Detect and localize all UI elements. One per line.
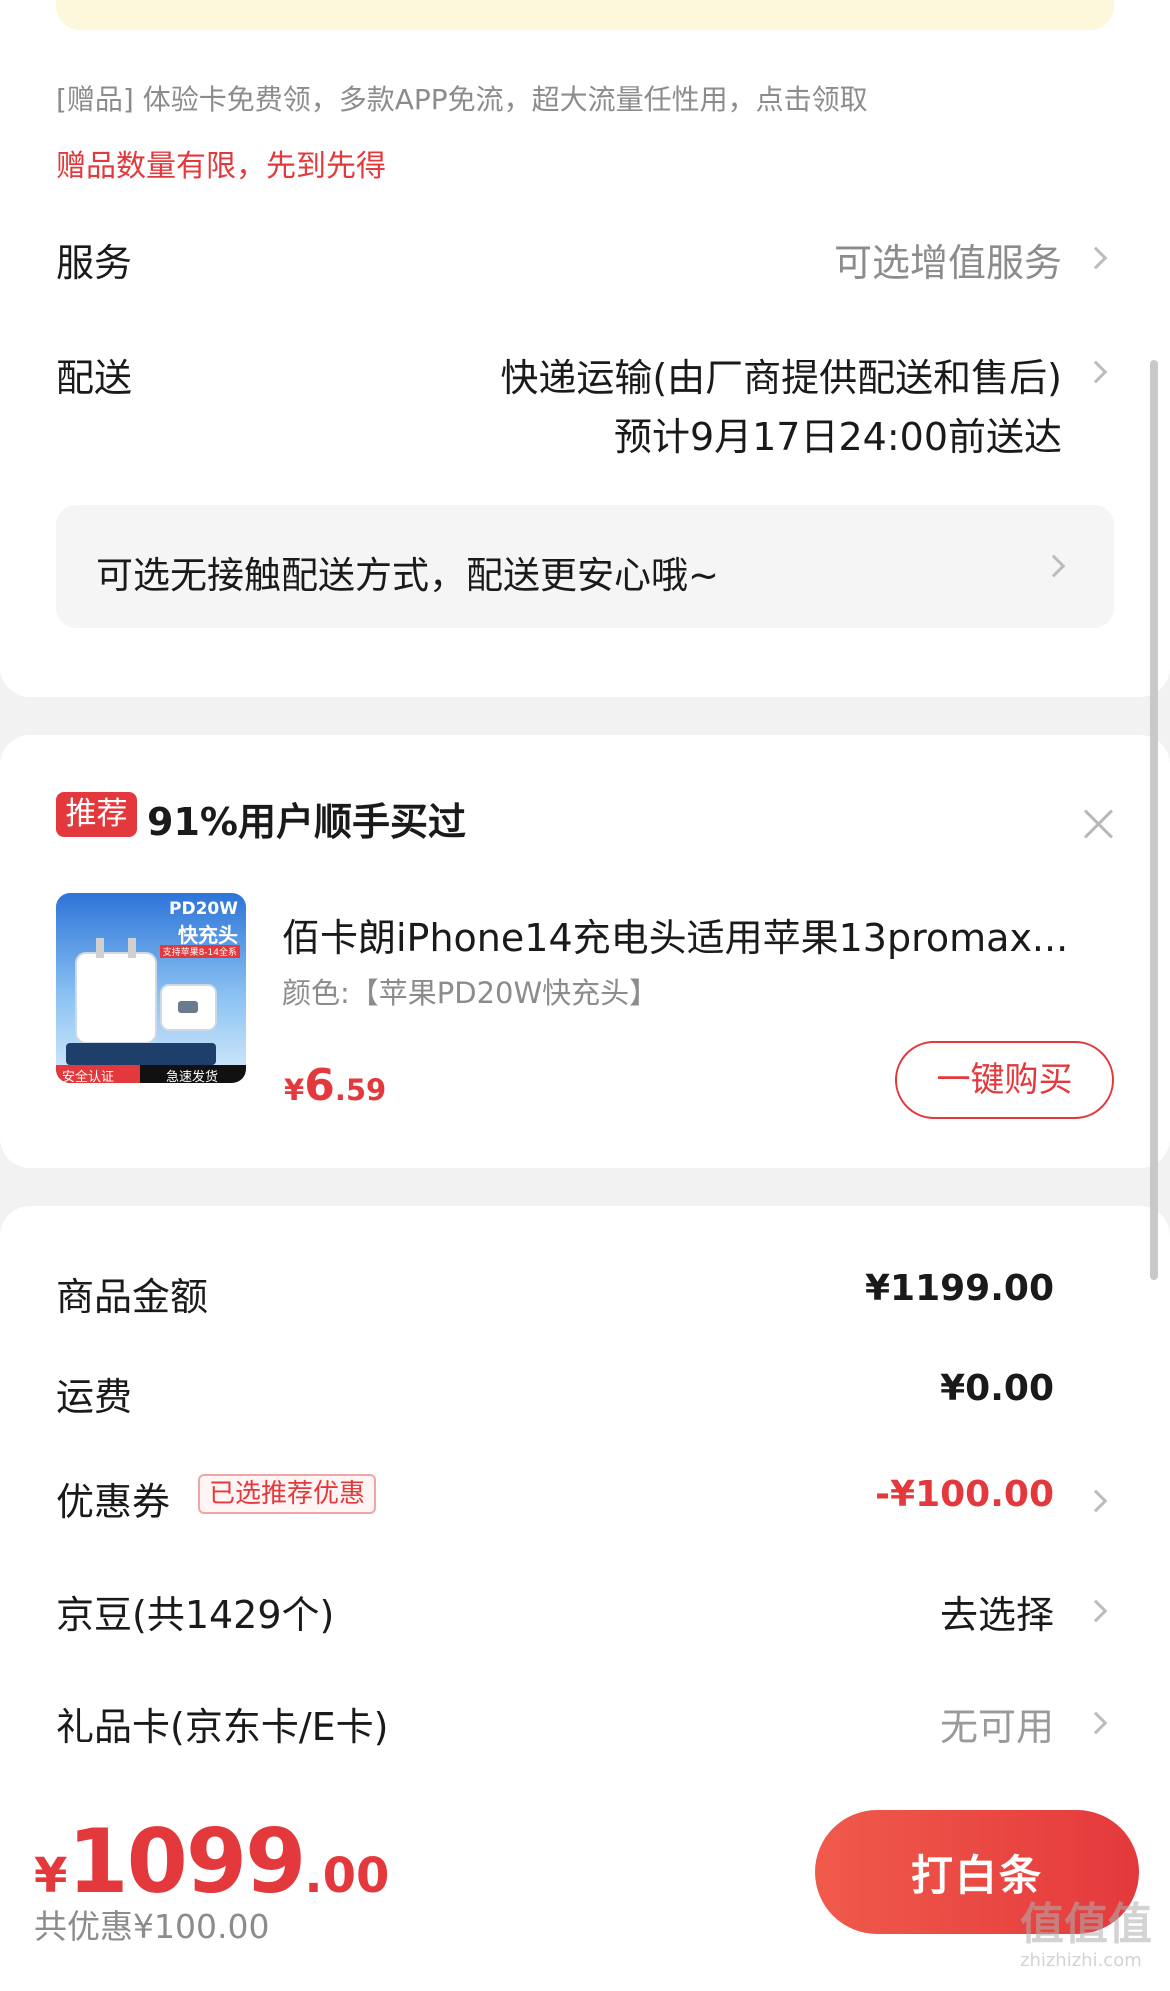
image-label-cert: 安全认证 xyxy=(62,1070,115,1083)
goods-amount-value: ¥1199.00 xyxy=(864,1268,1054,1309)
jingdou-label: 京豆(共1429个) xyxy=(56,1593,335,1637)
jingdou-value[interactable]: 去选择 xyxy=(940,1584,1054,1639)
price-integer: 6 xyxy=(304,1060,335,1111)
recommend-title: 91%用户顺手买过 xyxy=(147,800,466,844)
delivery-chevron-icon[interactable] xyxy=(1084,360,1108,384)
image-label-fast: 快充头 xyxy=(178,923,238,947)
order-info-card: [赠品] 体验卡免费领，多款APP免流，超大流量任性用，点击领取 赠品数量有限，… xyxy=(0,0,1170,697)
total-discount: 共优惠¥100.00 xyxy=(34,1907,270,1946)
giftcard-label: 礼品卡(京东卡/E卡) xyxy=(56,1705,389,1749)
close-icon[interactable] xyxy=(1084,809,1114,839)
product-color: 颜色:【苹果PD20W快充头】 xyxy=(282,976,659,1010)
jingdou-chevron-icon[interactable] xyxy=(1084,1599,1108,1623)
gift-offer-link[interactable]: [赠品] 体验卡免费领，多款APP免流，超大流量任性用，点击领取 xyxy=(56,78,868,118)
checkout-page: [赠品] 体验卡免费领，多款APP免流，超大流量任性用，点击领取 赠品数量有限，… xyxy=(0,0,1170,1991)
contactless-delivery-option[interactable]: 可选无接触配送方式，配送更安心哦~ xyxy=(56,505,1114,628)
product-price: ¥6.59 xyxy=(284,1060,386,1111)
notice-strip xyxy=(56,0,1114,30)
image-label-pd20w: PD20W xyxy=(169,899,238,919)
one-click-buy-button[interactable]: 一键购买 xyxy=(895,1041,1114,1119)
product-name[interactable]: 佰卡朗iPhone14充电头适用苹果13promax... xyxy=(282,907,1082,962)
contactless-delivery-text: 可选无接触配送方式，配送更安心哦~ xyxy=(96,554,720,597)
contactless-chevron-icon xyxy=(1042,554,1066,578)
service-chevron-icon[interactable] xyxy=(1084,246,1108,270)
coupon-label: 优惠券 xyxy=(56,1480,171,1524)
delivery-label: 配送 xyxy=(56,356,133,400)
recommend-badge: 推荐 xyxy=(56,792,137,837)
coupon-tag: 已选推荐优惠 xyxy=(198,1474,377,1514)
watermark-url: zhizhizhi.com xyxy=(1020,1950,1142,1971)
service-label: 服务 xyxy=(56,241,133,285)
watermark-logo: 值值值 xyxy=(1020,1899,1152,1950)
gift-limit-warning: 赠品数量有限，先到先得 xyxy=(56,149,386,184)
total-integer: 1099 xyxy=(67,1810,306,1913)
recommendation-card: 推荐 91%用户顺手买过 PD20W 快充头 支持苹果8-14全系 安全认证 急… xyxy=(0,735,1170,1168)
shipping-value: ¥0.00 xyxy=(940,1368,1054,1409)
watermark: 值值值 zhizhizhi.com xyxy=(1020,1900,1170,1991)
giftcard-value[interactable]: 无可用 xyxy=(940,1696,1054,1751)
image-label-ship: 急速发货 xyxy=(166,1070,219,1083)
delivery-method[interactable]: 快递运输(由厂商提供配送和售后) xyxy=(500,347,1062,402)
product-image[interactable]: PD20W 快充头 支持苹果8-14全系 安全认证 急速发货 xyxy=(56,893,246,1083)
service-value[interactable]: 可选增值服务 xyxy=(834,232,1062,287)
scrollbar[interactable] xyxy=(1150,360,1158,1280)
delivery-estimate: 预计9月17日24:00前送达 xyxy=(613,415,1062,459)
total-price: ¥1099.00 xyxy=(34,1810,389,1913)
price-symbol: ¥ xyxy=(284,1073,305,1107)
checkout-bar: ¥1099.00 共优惠¥100.00 打白条 值值值 zhizhizhi.co… xyxy=(0,1800,1170,1991)
total-symbol: ¥ xyxy=(34,1848,68,1904)
goods-amount-label: 商品金额 xyxy=(56,1275,209,1319)
price-decimal: .59 xyxy=(334,1073,387,1107)
price-summary-card: 商品金额 ¥1199.00 运费 ¥0.00 优惠券 已选推荐优惠 -¥100.… xyxy=(0,1206,1170,1806)
total-decimal: .00 xyxy=(304,1848,390,1904)
giftcard-chevron-icon[interactable] xyxy=(1084,1711,1108,1735)
coupon-value[interactable]: -¥100.00 xyxy=(875,1474,1054,1515)
shipping-label: 运费 xyxy=(56,1375,133,1419)
coupon-chevron-icon[interactable] xyxy=(1084,1489,1108,1513)
image-label-compat: 支持苹果8-14全系 xyxy=(159,945,240,958)
